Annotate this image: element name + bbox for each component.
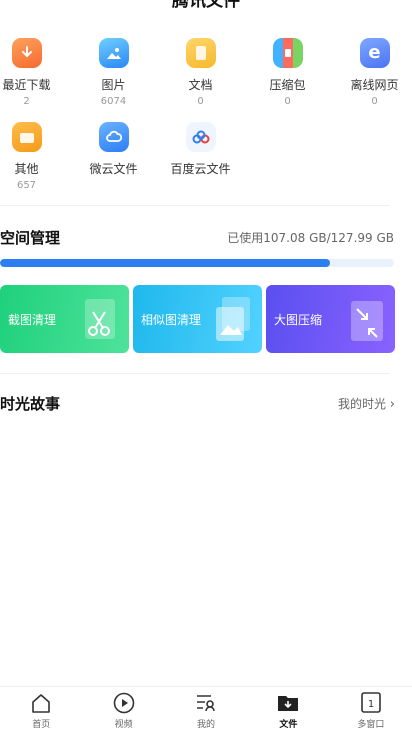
category-weiyun[interactable]: 微云文件 xyxy=(70,122,157,192)
category-label: 微云文件 xyxy=(89,162,138,176)
home-icon xyxy=(32,694,51,713)
category-label: 离线网页 xyxy=(350,78,399,92)
tab-label: 首页 xyxy=(32,720,51,730)
cleanup-cards: 截图清理 相似图清理 大图压缩 xyxy=(0,285,412,353)
category-row-1: 最近下载 2 图片 6074 文档 0 压缩包 0 e 离线网页 0 xyxy=(0,38,412,108)
category-count: 6074 xyxy=(100,96,127,107)
category-label: 其他 xyxy=(14,162,39,176)
category-label: 最近下载 xyxy=(2,78,51,92)
category-offline-web[interactable]: e 离线网页 0 xyxy=(331,38,412,108)
divider xyxy=(0,205,390,206)
category-other[interactable]: 其他 657 xyxy=(0,122,70,192)
card-label: 相似图清理 xyxy=(141,313,202,327)
tab-label: 我的 xyxy=(197,720,216,730)
bottom-tab-bar: 首页 视频 我的 文件 1 多窗口 xyxy=(0,686,412,738)
category-count: 0 xyxy=(371,96,378,107)
category-label: 文档 xyxy=(188,78,213,92)
story-title: 时光故事 xyxy=(0,395,61,413)
category-label: 百度云文件 xyxy=(170,162,231,176)
category-count: 0 xyxy=(284,96,291,107)
tab-label: 多窗口 xyxy=(357,720,385,730)
category-archives[interactable]: 压缩包 0 xyxy=(244,38,331,108)
screenshot-cleanup-card[interactable]: 截图清理 xyxy=(0,285,129,353)
folder-icon xyxy=(11,122,42,152)
scissors-icon xyxy=(77,295,121,343)
tab-home[interactable]: 首页 xyxy=(0,687,82,738)
category-row-2: 其他 657 微云文件 百度云文件 xyxy=(0,122,244,192)
play-icon xyxy=(113,692,134,714)
category-images[interactable]: 图片 6074 xyxy=(70,38,157,108)
baidu-cloud-icon xyxy=(185,122,216,152)
category-count: 0 xyxy=(197,96,204,107)
my-story-link[interactable]: 我的时光 › xyxy=(338,395,395,412)
category-label: 图片 xyxy=(101,78,126,92)
tab-label: 视频 xyxy=(114,720,133,730)
storage-title: 空间管理 xyxy=(0,229,61,247)
category-baidu-cloud[interactable]: 百度云文件 xyxy=(157,122,244,192)
image-icon xyxy=(98,38,129,68)
compress-icon xyxy=(343,295,387,343)
download-icon xyxy=(11,38,42,68)
category-count: 2 xyxy=(23,96,30,107)
tab-multi-window[interactable]: 1 多窗口 xyxy=(330,687,412,738)
card-label: 截图清理 xyxy=(8,313,57,327)
svg-text:1: 1 xyxy=(368,699,374,710)
my-story-link-label: 我的时光 xyxy=(337,397,386,411)
divider xyxy=(0,373,390,374)
card-label: 大图压缩 xyxy=(274,313,323,327)
category-recent-downloads[interactable]: 最近下载 2 xyxy=(0,38,70,108)
tab-files[interactable]: 文件 xyxy=(247,687,329,738)
chevron-right-icon: › xyxy=(389,397,395,412)
archive-icon xyxy=(272,38,303,68)
page-title: 腾讯文件 xyxy=(172,0,240,11)
similar-image-cleanup-card[interactable]: 相似图清理 xyxy=(133,285,262,353)
windows-icon: 1 xyxy=(361,692,381,713)
weiyun-cloud-icon xyxy=(98,122,129,152)
storage-usage-text: 已使用107.08 GB/127.99 GB xyxy=(227,231,394,245)
document-icon xyxy=(185,38,216,68)
storage-progress-bar xyxy=(0,259,394,267)
tab-video[interactable]: 视频 xyxy=(82,687,164,738)
category-label: 压缩包 xyxy=(269,78,306,92)
image-stack-icon xyxy=(210,295,254,343)
tab-label: 文件 xyxy=(279,720,298,730)
category-count: 657 xyxy=(16,180,37,191)
large-image-compress-card[interactable]: 大图压缩 xyxy=(266,285,395,353)
file-folder-icon xyxy=(278,696,299,711)
storage-progress-fill xyxy=(0,259,330,267)
profile-icon xyxy=(197,695,215,712)
web-icon: e xyxy=(359,38,390,68)
category-documents[interactable]: 文档 0 xyxy=(157,38,244,108)
tab-mine[interactable]: 我的 xyxy=(165,687,247,738)
